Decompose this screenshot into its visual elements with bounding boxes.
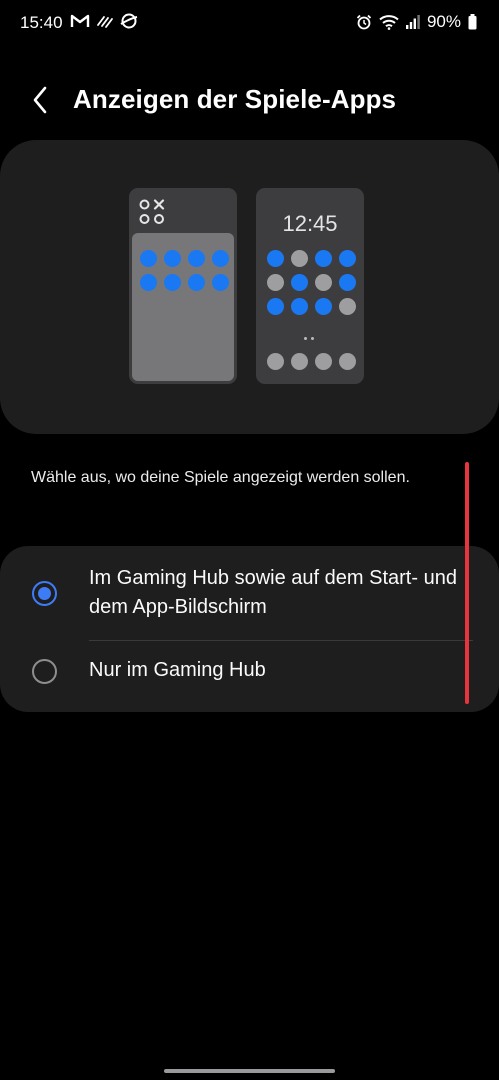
wifi-icon bbox=[379, 15, 399, 30]
radio-button-hub-and-home[interactable] bbox=[32, 581, 57, 606]
app-icon-dot bbox=[291, 274, 308, 291]
gaming-hub-icon bbox=[139, 199, 165, 224]
app-icon-dot bbox=[267, 353, 284, 370]
saturn-icon bbox=[120, 13, 138, 29]
gmail-icon bbox=[70, 14, 90, 27]
app-icon-dot bbox=[140, 274, 157, 291]
app-icon-dot bbox=[164, 274, 181, 291]
app-icon-dot bbox=[164, 250, 181, 267]
app-icon-dot bbox=[315, 250, 332, 267]
page-title: Anzeigen der Spiele-Apps bbox=[73, 84, 397, 114]
app-icon-dot bbox=[212, 250, 229, 267]
app-icon-dot bbox=[291, 298, 308, 315]
option-label: Nur im Gaming Hub bbox=[89, 659, 266, 681]
red-annotation-line bbox=[465, 462, 469, 704]
gaming-hub-phone-preview bbox=[129, 188, 237, 384]
app-icon-dot bbox=[291, 250, 308, 267]
option-hub-and-home[interactable]: Im Gaming Hub sowie auf dem Start- und d… bbox=[0, 546, 499, 640]
header: Anzeigen der Spiele-Apps bbox=[0, 70, 499, 130]
app-icon-dot bbox=[339, 274, 356, 291]
options-card: Im Gaming Hub sowie auf dem Start- und d… bbox=[0, 546, 499, 712]
preview-illustration: 12:45 bbox=[0, 140, 499, 434]
description-text: Wähle aus, wo deine Spiele angezeigt wer… bbox=[31, 469, 410, 486]
option-hub-only[interactable]: Nur im Gaming Hub bbox=[0, 640, 499, 712]
chevron-left-icon bbox=[33, 86, 47, 114]
clock-text: 12:45 bbox=[282, 211, 338, 236]
app-icon-dot bbox=[339, 298, 356, 315]
app-icon-dot bbox=[267, 274, 284, 291]
app-icon-dot bbox=[315, 274, 332, 291]
app-icon-dot bbox=[140, 250, 157, 267]
radio-button-hub-only[interactable] bbox=[32, 659, 57, 684]
page-indicator bbox=[304, 337, 314, 340]
link-icon bbox=[97, 16, 113, 28]
status-time: 15:40 bbox=[20, 13, 63, 32]
app-icon-dot bbox=[339, 353, 356, 370]
app-icon-dot bbox=[339, 250, 356, 267]
battery-icon bbox=[468, 14, 477, 30]
option-label: Im Gaming Hub sowie auf dem Start- und d… bbox=[89, 567, 457, 618]
home-screen-phone-preview: 12:45 bbox=[256, 188, 364, 384]
app-icon-dot bbox=[267, 298, 284, 315]
back-button[interactable] bbox=[22, 82, 58, 118]
app-icon-dot bbox=[212, 274, 229, 291]
app-icon-dot bbox=[315, 353, 332, 370]
app-icon-dot bbox=[188, 274, 205, 291]
home-indicator[interactable] bbox=[164, 1069, 335, 1073]
app-icon-dot bbox=[188, 250, 205, 267]
alarm-icon bbox=[356, 14, 372, 30]
app-icon-dot bbox=[267, 250, 284, 267]
signal-icon bbox=[405, 15, 420, 29]
app-icon-dot bbox=[315, 298, 332, 315]
app-icon-dot bbox=[291, 353, 308, 370]
battery-percentage: 90% bbox=[426, 12, 461, 31]
status-bar: 15:40 90% bbox=[0, 0, 499, 46]
